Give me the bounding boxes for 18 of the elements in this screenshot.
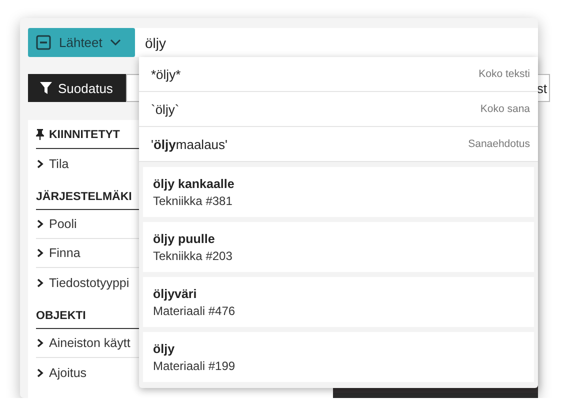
term-subtitle: Tekniikka #381 (153, 194, 234, 208)
term-title: öljy (153, 342, 176, 356)
section-heading: OBJEKTI (36, 310, 86, 322)
term-subtitle: Materiaali #199 (153, 358, 236, 372)
toolbar-text: st (536, 80, 547, 96)
suggestion-text: `öljy` (151, 102, 180, 116)
term-subtitle: Tekniikka #203 (153, 248, 234, 262)
suggestion-text: *öljy* (151, 66, 181, 82)
suggestion-text: 'öljymaalaus' (151, 136, 228, 152)
suggestion-type: Sanaehdotus (468, 138, 530, 150)
suggestion-type: Koko sana (480, 103, 530, 115)
term-title: öljy puulle (153, 232, 216, 246)
term-title: öljy kankaalle (153, 176, 236, 190)
term-title: öljyväri (153, 286, 198, 300)
term-subtitle: Materiaali #476 (153, 304, 236, 318)
suggestion-type: Koko teksti (478, 68, 530, 80)
section-heading: JÄRJESTELMÄKI (36, 190, 132, 202)
section-heading: KIINNITETYT (49, 128, 120, 140)
